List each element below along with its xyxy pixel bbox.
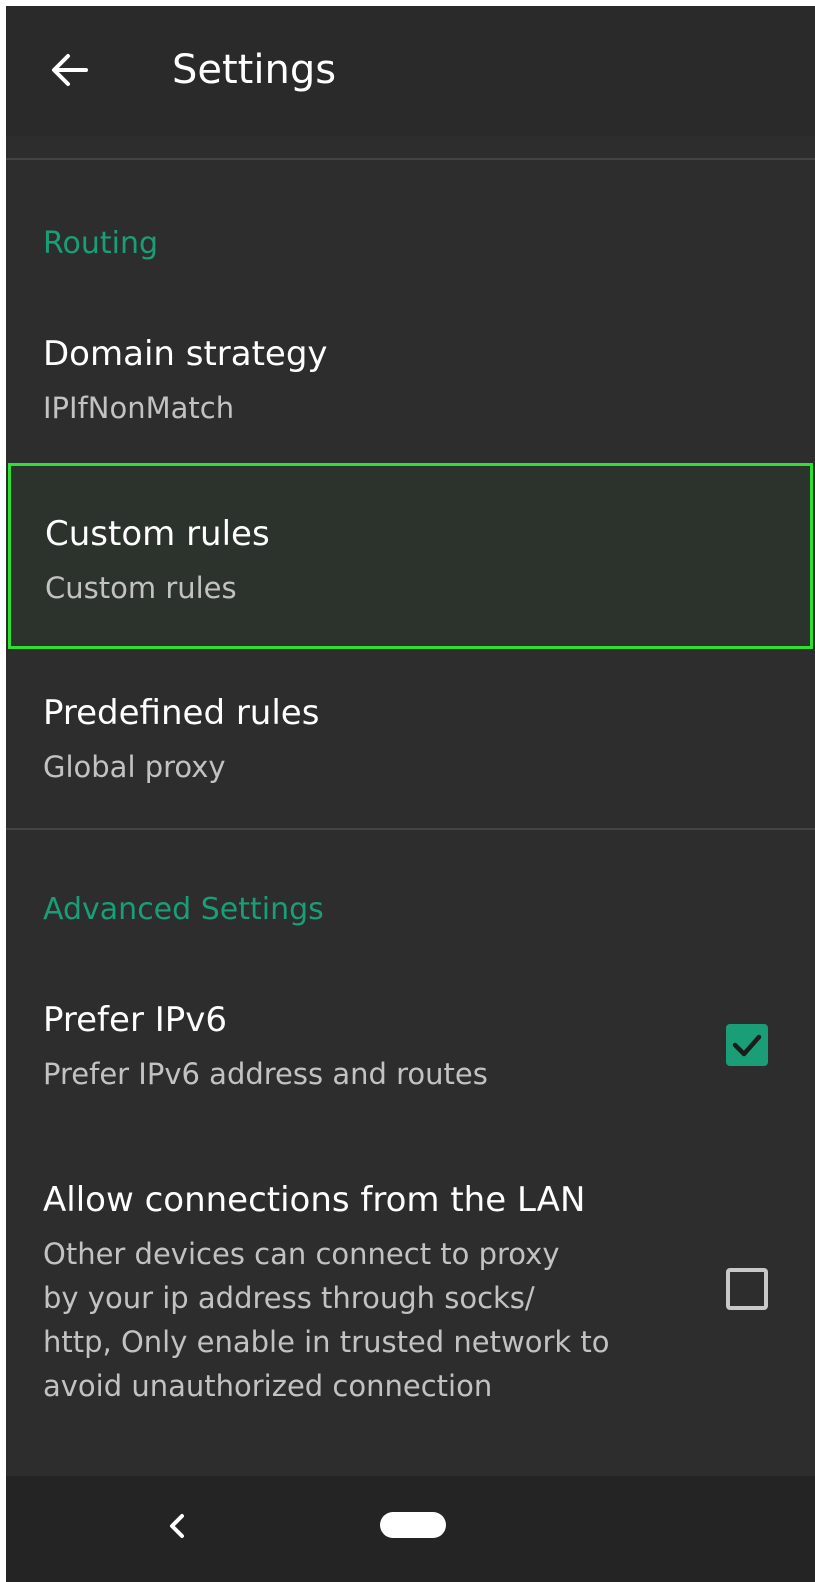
pref-title: Allow connections from the LAN <box>43 1180 586 1220</box>
pref-summary: IPIfNonMatch <box>43 391 235 425</box>
app-bar: Settings <box>6 6 815 136</box>
pref-summary: Prefer IPv6 address and routes <box>43 1057 488 1091</box>
section-divider <box>6 828 815 830</box>
pref-summary: Custom rules <box>45 571 237 605</box>
pref-summary: Global proxy <box>43 750 226 784</box>
pref-summary-line: http, Only enable in trusted network to <box>43 1325 610 1359</box>
back-button[interactable] <box>46 46 94 94</box>
pref-summary-line: Other devices can connect to proxy <box>43 1237 560 1271</box>
pref-domain-strategy[interactable]: Domain strategy IPIfNonMatch <box>6 316 815 456</box>
check-icon <box>732 1034 762 1057</box>
home-pill-icon[interactable] <box>380 1512 446 1538</box>
system-nav-bar <box>6 1476 815 1582</box>
pref-predefined-rules[interactable]: Predefined rules Global proxy <box>6 681 815 821</box>
section-header-routing: Routing <box>43 226 159 261</box>
pref-title: Domain strategy <box>43 334 328 374</box>
pref-custom-rules[interactable]: Custom rules Custom rules <box>8 463 813 649</box>
pref-title: Custom rules <box>45 514 270 554</box>
section-header-advanced: Advanced Settings <box>43 892 324 927</box>
nav-back-button[interactable] <box>156 1506 196 1546</box>
pref-title: Prefer IPv6 <box>43 1000 228 1040</box>
pref-summary-line: avoid unauthorized connection <box>43 1369 493 1403</box>
arrow-left-icon <box>52 54 88 86</box>
pref-title: Predefined rules <box>43 693 320 733</box>
chevron-left-icon <box>170 1514 184 1538</box>
pref-prefer-ipv6[interactable]: Prefer IPv6 Prefer IPv6 address and rout… <box>6 986 815 1116</box>
settings-screen: Settings Routing Domain strategy IPIfNon… <box>6 6 815 1582</box>
allow-lan-checkbox[interactable] <box>726 1268 768 1310</box>
prefer-ipv6-checkbox[interactable] <box>726 1024 768 1066</box>
page-title: Settings <box>172 47 337 93</box>
pref-summary-line: by your ip address through socks/ <box>43 1281 535 1315</box>
pref-allow-lan[interactable]: Allow connections from the LAN Other dev… <box>6 1166 815 1416</box>
appbar-divider <box>6 158 815 160</box>
